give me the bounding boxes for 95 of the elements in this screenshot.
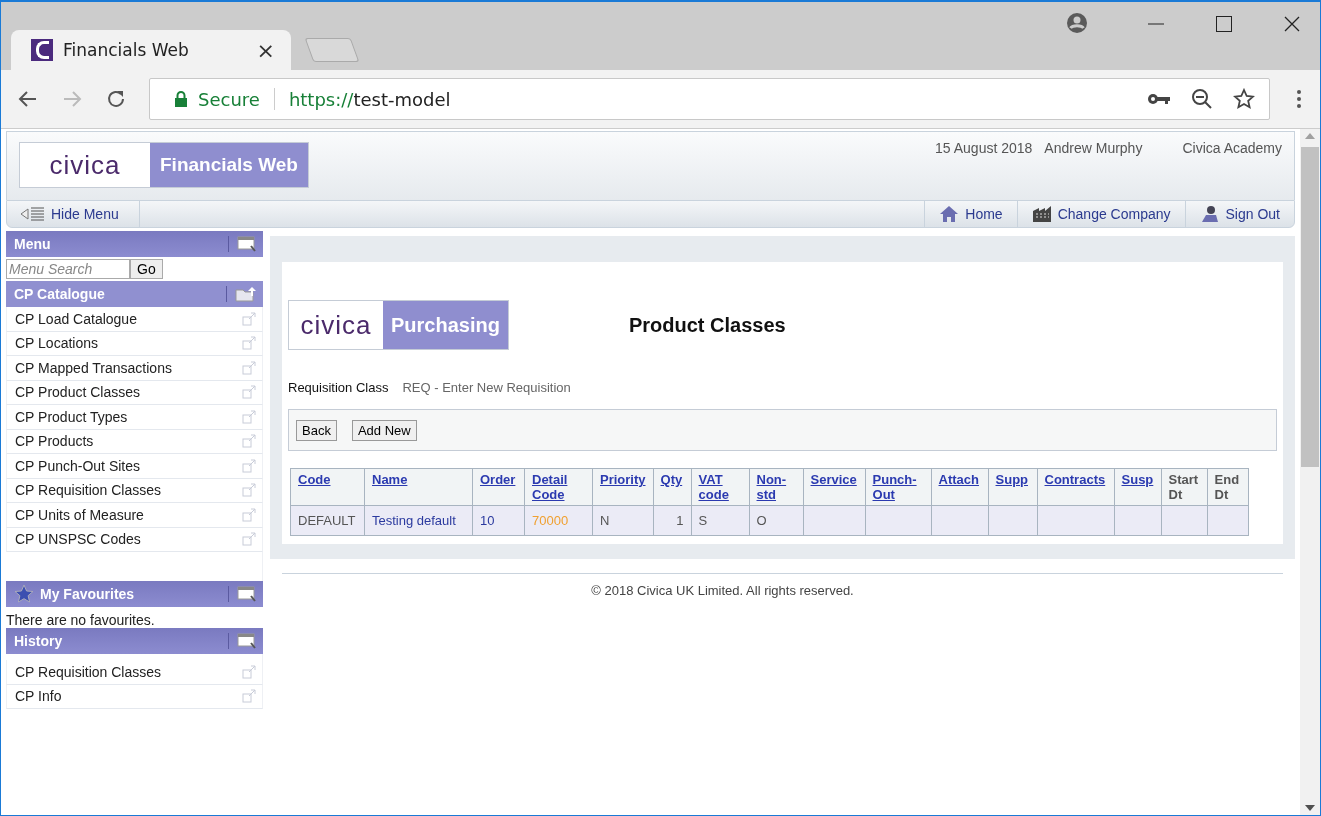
external-link-icon bbox=[242, 483, 256, 498]
civica-logo: civica Financials Web bbox=[19, 142, 309, 188]
star-icon bbox=[14, 584, 34, 604]
history-item[interactable]: CP Info bbox=[6, 684, 263, 709]
menu-item[interactable]: CP Products bbox=[6, 429, 263, 454]
reload-icon[interactable] bbox=[105, 88, 127, 110]
menu-item[interactable]: CP Product Classes bbox=[6, 380, 263, 405]
external-link-icon bbox=[242, 532, 256, 547]
change-company-link[interactable]: Change Company bbox=[1016, 201, 1185, 227]
menu-item[interactable]: CP Mapped Transactions bbox=[6, 356, 263, 381]
hide-menu-button[interactable]: Hide Menu bbox=[7, 201, 140, 227]
home-icon bbox=[939, 205, 960, 223]
favourites-panel-header: My Favourites bbox=[6, 581, 263, 607]
table-cell: 70000 bbox=[524, 505, 593, 536]
menu-item[interactable]: CP Load Catalogue bbox=[6, 307, 263, 332]
window-icon[interactable] bbox=[228, 586, 257, 602]
external-link-icon bbox=[242, 409, 256, 424]
vertical-scrollbar[interactable] bbox=[1300, 129, 1320, 815]
current-date: 15 August 2018 bbox=[935, 140, 1033, 158]
table-cell: DEFAULT bbox=[290, 505, 365, 536]
history-item[interactable]: CP Requisition Classes bbox=[6, 660, 263, 685]
bookmark-star-icon[interactable] bbox=[1233, 88, 1255, 110]
tab-close-button[interactable]: × bbox=[252, 37, 279, 63]
list-collapse-icon bbox=[19, 207, 45, 221]
window-icon[interactable] bbox=[228, 236, 257, 252]
browser-tab[interactable]: Financials Web × bbox=[11, 30, 291, 70]
menu-panel-header: Menu bbox=[6, 231, 263, 257]
address-bar[interactable]: Secure https://test-model bbox=[149, 78, 1270, 120]
sort-column-link[interactable]: Code bbox=[290, 468, 365, 506]
menu-item[interactable]: CP Product Types bbox=[6, 405, 263, 430]
key-icon[interactable] bbox=[1147, 91, 1171, 107]
menu-item[interactable]: CP Punch-Out Sites bbox=[6, 454, 263, 479]
sort-column-link[interactable]: Non-std bbox=[749, 468, 803, 506]
sign-out-link[interactable]: Sign Out bbox=[1184, 201, 1294, 227]
column-header: Start Dt bbox=[1161, 468, 1207, 506]
sort-column-link[interactable]: Susp bbox=[1114, 468, 1161, 506]
add-new-button[interactable]: Add New bbox=[351, 419, 417, 441]
sort-column-link[interactable]: Contracts bbox=[1037, 468, 1114, 506]
history-panel-header: History bbox=[6, 628, 263, 654]
table-link[interactable]: Testing default bbox=[364, 505, 473, 536]
folder-up-icon[interactable] bbox=[226, 286, 257, 302]
close-icon[interactable] bbox=[1284, 16, 1300, 32]
menu-item[interactable]: CP Requisition Classes bbox=[6, 478, 263, 503]
field-label: Requisition Class bbox=[288, 380, 389, 395]
url-text: https://test-model bbox=[288, 88, 451, 110]
more-menu-icon[interactable] bbox=[1296, 89, 1302, 109]
sort-column-link[interactable]: Order bbox=[472, 468, 525, 506]
external-link-icon bbox=[242, 434, 256, 449]
civica-purchasing-logo: civica Purchasing bbox=[288, 300, 509, 350]
copyright-text: © 2018 Civica UK Limited. All rights reserved. bbox=[282, 573, 1283, 598]
menu-item[interactable]: CP UNSPSC Codes bbox=[6, 527, 263, 552]
no-favourites-text: There are no favourites. bbox=[6, 611, 156, 628]
external-link-icon bbox=[242, 664, 256, 679]
back-button[interactable]: Back bbox=[296, 419, 337, 441]
person-icon bbox=[1199, 205, 1220, 223]
sort-column-link[interactable]: Punch-Out bbox=[865, 468, 931, 506]
sort-column-link[interactable]: Priority bbox=[592, 468, 653, 506]
table-link[interactable]: 10 bbox=[472, 505, 525, 536]
zoom-out-icon[interactable] bbox=[1191, 88, 1213, 110]
sort-column-link[interactable]: Service bbox=[803, 468, 865, 506]
external-link-icon bbox=[242, 507, 256, 522]
company-name: Civica Academy bbox=[1182, 140, 1282, 158]
external-link-icon bbox=[242, 336, 256, 351]
external-link-icon bbox=[242, 360, 256, 375]
secure-label: Secure bbox=[198, 88, 260, 110]
external-link-icon bbox=[242, 385, 256, 400]
menu-search-field[interactable]: Menu Search bbox=[6, 259, 130, 279]
app-favicon-icon bbox=[31, 39, 53, 61]
menu-item[interactable]: CP Units of Measure bbox=[6, 503, 263, 528]
sort-column-link[interactable]: Supp bbox=[988, 468, 1037, 506]
user-name: Andrew Murphy bbox=[1044, 140, 1143, 158]
profile-icon[interactable] bbox=[1066, 12, 1088, 34]
external-link-icon bbox=[242, 311, 256, 326]
menu-item[interactable]: CP Locations bbox=[6, 331, 263, 356]
sort-column-link[interactable]: Attach bbox=[931, 468, 988, 506]
sort-column-link[interactable]: Qty bbox=[653, 468, 691, 506]
sort-column-link[interactable]: VAT code bbox=[691, 468, 749, 506]
external-link-icon bbox=[242, 689, 256, 704]
scroll-down-icon[interactable] bbox=[1305, 805, 1315, 811]
table-cell: N bbox=[592, 505, 653, 536]
window-icon[interactable] bbox=[228, 633, 257, 649]
go-button[interactable]: Go bbox=[130, 259, 163, 279]
maximize-icon[interactable] bbox=[1216, 16, 1232, 32]
sort-column-link[interactable]: Name bbox=[364, 468, 473, 506]
table-cell: S bbox=[691, 505, 749, 536]
home-link[interactable]: Home bbox=[924, 201, 1017, 227]
tab-title: Financials Web bbox=[63, 40, 190, 60]
external-link-icon bbox=[242, 458, 256, 473]
page-title: Product Classes bbox=[628, 313, 786, 337]
table-cell: O bbox=[749, 505, 803, 536]
factory-icon bbox=[1031, 205, 1052, 223]
field-value: REQ - Enter New Requisition bbox=[402, 380, 571, 395]
sort-column-link[interactable]: Detail Code bbox=[524, 468, 593, 506]
column-header: End Dt bbox=[1207, 468, 1248, 506]
lock-icon bbox=[174, 91, 188, 107]
